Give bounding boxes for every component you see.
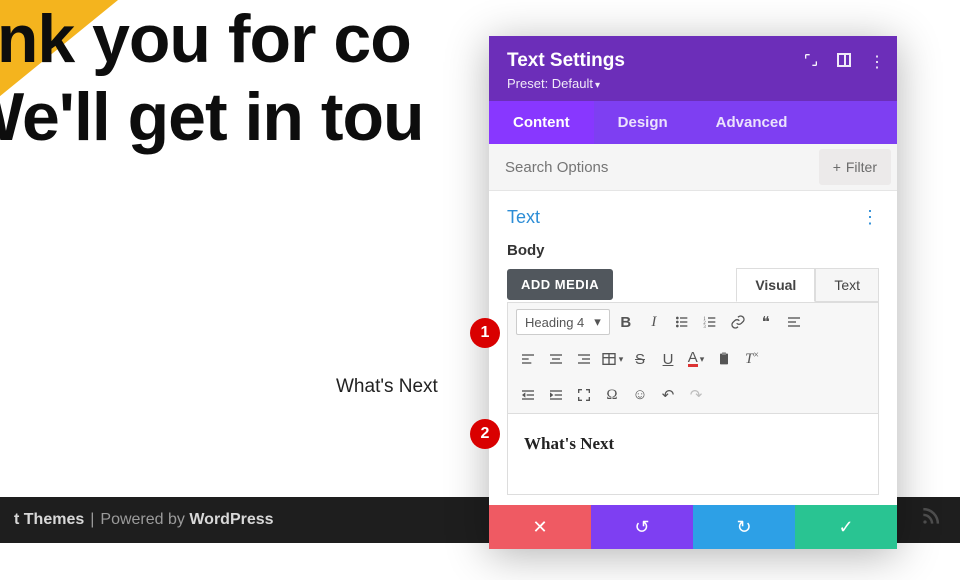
fullscreen-button[interactable] — [572, 383, 596, 407]
bold-button[interactable]: B — [614, 310, 638, 334]
rss-icon[interactable] — [920, 507, 940, 533]
undo-button[interactable]: ↶ — [656, 383, 680, 407]
redo-button[interactable]: ↷ — [684, 383, 708, 407]
panel-header: Text Settings Preset: Default▾ ⋮ — [489, 36, 897, 101]
annotation-callout-2: 2 — [470, 419, 500, 449]
hero-line-1: ank you for co — [0, 0, 424, 78]
panel-header-actions: ⋮ — [803, 52, 885, 73]
annotation-callout-1: 1 — [470, 318, 500, 348]
filter-label: Filter — [846, 159, 877, 175]
text-section: Text ⋮ Body ADD MEDIA Visual Text Headin… — [489, 191, 897, 505]
redo-icon: ↻ — [736, 517, 751, 538]
chevron-down-icon: ▾ — [594, 314, 601, 330]
footer-powered-label: Powered by — [100, 511, 185, 529]
format-select[interactable]: Heading 4 ▾ — [516, 309, 610, 335]
svg-text:3: 3 — [703, 325, 706, 330]
emoji-button[interactable]: ☺ — [628, 383, 652, 407]
link-button[interactable] — [726, 310, 750, 334]
search-input[interactable] — [489, 146, 813, 189]
tab-advanced[interactable]: Advanced — [692, 101, 812, 144]
footer-wordpress: WordPress — [189, 511, 273, 529]
format-select-label: Heading 4 — [525, 315, 584, 330]
preset-dropdown[interactable]: Preset: Default▾ — [507, 76, 879, 91]
hero-heading: ank you for co We'll get in tou — [0, 0, 424, 156]
editor-tab-text[interactable]: Text — [815, 268, 879, 302]
italic-button[interactable]: I — [642, 310, 666, 334]
tab-content[interactable]: Content — [489, 101, 594, 144]
align-right-button[interactable] — [572, 347, 596, 371]
body-label: Body — [507, 242, 879, 259]
check-icon: ✓ — [838, 517, 853, 538]
footer-separator: | — [90, 511, 94, 529]
whats-next-heading: What's Next — [336, 376, 438, 398]
special-char-button[interactable]: Ω — [600, 383, 624, 407]
footer-themes: t Themes — [14, 511, 84, 529]
chevron-down-icon: ▾ — [595, 80, 600, 91]
underline-button[interactable]: U — [656, 347, 680, 371]
table-button[interactable]: ▾ — [600, 347, 624, 371]
bullet-list-button[interactable] — [670, 310, 694, 334]
clear-formatting-button[interactable]: T× — [740, 347, 764, 371]
text-color-button[interactable]: A▾ — [684, 347, 708, 371]
close-icon: ✕ — [532, 517, 547, 538]
redo-action-button[interactable]: ↻ — [693, 505, 795, 549]
blockquote-button[interactable]: ❝ — [754, 310, 778, 334]
save-button[interactable]: ✓ — [795, 505, 897, 549]
align-left-button-2[interactable] — [516, 347, 540, 371]
section-title[interactable]: Text — [507, 207, 540, 228]
align-left-button[interactable] — [782, 310, 806, 334]
search-row: + Filter — [489, 144, 897, 191]
more-menu-icon[interactable]: ⋮ — [869, 58, 885, 68]
plus-icon: + — [833, 159, 841, 175]
paste-button[interactable] — [712, 347, 736, 371]
cancel-button[interactable]: ✕ — [489, 505, 591, 549]
section-menu-icon[interactable]: ⋮ — [861, 207, 879, 228]
expand-icon[interactable] — [803, 52, 819, 73]
hero-line-2: We'll get in tou — [0, 78, 424, 156]
add-media-button[interactable]: ADD MEDIA — [507, 269, 613, 300]
settings-tabs: Content Design Advanced — [489, 101, 897, 144]
panel-action-row: ✕ ↺ ↻ ✓ — [489, 505, 897, 549]
undo-action-button[interactable]: ↺ — [591, 505, 693, 549]
strikethrough-button[interactable]: S — [628, 347, 652, 371]
tab-design[interactable]: Design — [594, 101, 692, 144]
undo-icon: ↺ — [634, 517, 649, 538]
editor-textarea[interactable]: What's Next — [507, 414, 879, 495]
editor-tab-visual[interactable]: Visual — [736, 268, 815, 302]
preset-label: Preset: Default — [507, 76, 593, 91]
filter-button[interactable]: + Filter — [819, 149, 891, 185]
indent-button[interactable] — [544, 383, 568, 407]
outdent-button[interactable] — [516, 383, 540, 407]
editor-toolbar: Heading 4 ▾ B I 123 ❝ ▾ S U A▾ T× Ω — [507, 302, 879, 414]
numbered-list-button[interactable]: 123 — [698, 310, 722, 334]
responsive-icon[interactable] — [837, 53, 851, 72]
align-center-button[interactable] — [544, 347, 568, 371]
text-settings-panel: Text Settings Preset: Default▾ ⋮ Content… — [489, 36, 897, 549]
